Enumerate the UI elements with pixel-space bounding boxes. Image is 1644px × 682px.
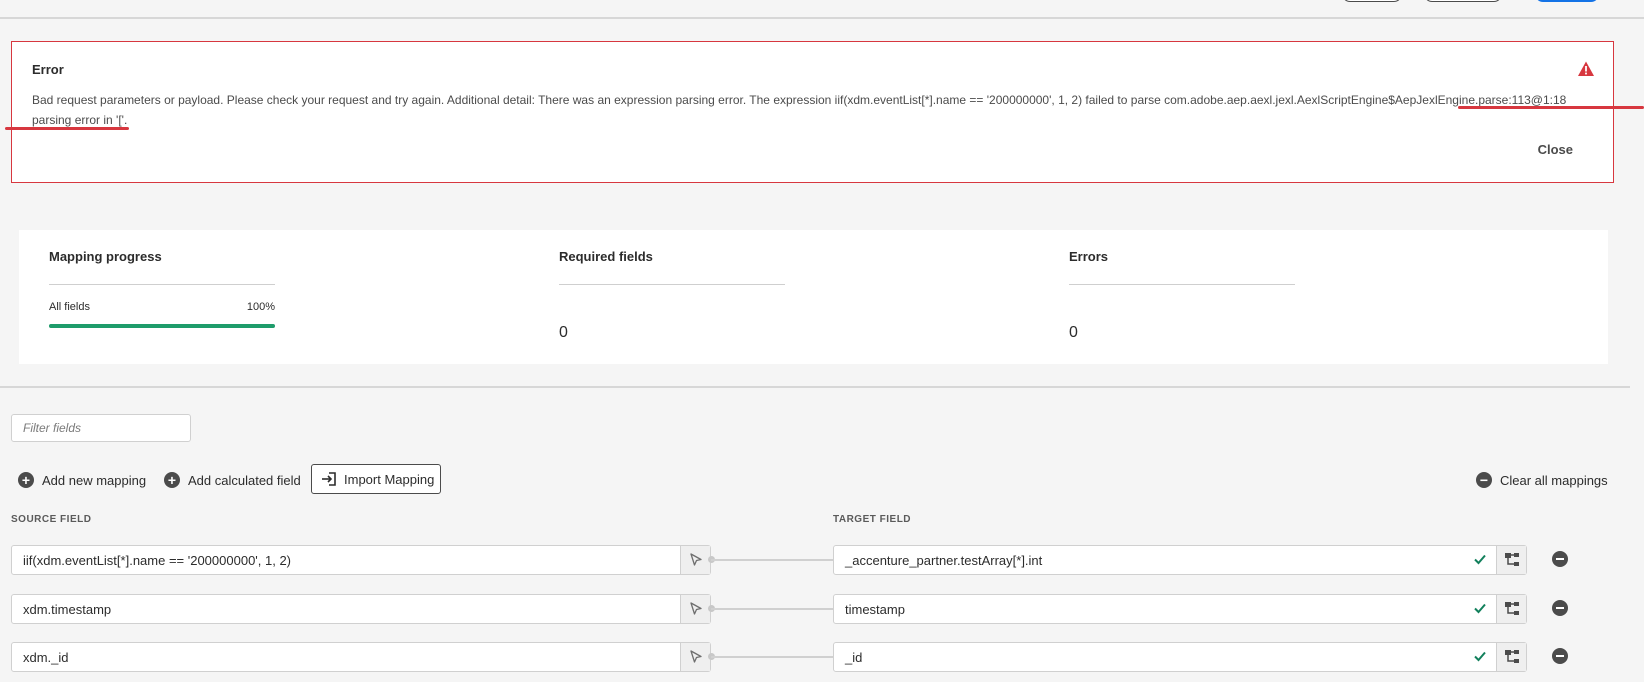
- source-field-header: SOURCE FIELD: [11, 514, 92, 525]
- import-icon: [322, 472, 336, 486]
- metric-title: Errors: [1069, 249, 1109, 264]
- add-new-mapping-button[interactable]: + Add new mapping: [18, 467, 146, 493]
- required-fields-count: 0: [559, 324, 568, 341]
- header-button-2[interactable]: [1424, 0, 1502, 2]
- select-source-button[interactable]: [680, 643, 710, 671]
- alert-triangle-icon: [1578, 61, 1594, 76]
- source-field-input[interactable]: xdm._id: [11, 642, 711, 672]
- plus-circle-icon: +: [164, 472, 180, 488]
- schema-tree-icon: [1504, 553, 1519, 566]
- mapping-connector: [711, 559, 833, 561]
- source-field-input[interactable]: iif(xdm.eventList[*].name == '200000000'…: [11, 545, 711, 575]
- map-to-schema-button[interactable]: [1496, 595, 1526, 623]
- filter-fields-input[interactable]: [11, 414, 191, 442]
- progress-bar-fill: [49, 324, 275, 328]
- source-field-input[interactable]: xdm.timestamp: [11, 594, 711, 624]
- progress-bar: [49, 324, 275, 328]
- minus-icon: [1556, 607, 1564, 609]
- checkmark-icon: [1474, 651, 1486, 662]
- import-mapping-label: Import Mapping: [344, 471, 435, 487]
- header-button-1[interactable]: [1342, 0, 1402, 2]
- clear-all-mappings-label: Clear all mappings: [1500, 472, 1608, 488]
- progress-label: All fields: [49, 301, 90, 313]
- target-field-header: TARGET FIELD: [833, 514, 912, 525]
- target-field-input[interactable]: _accenture_partner.testArray[*].int: [833, 545, 1527, 575]
- error-panel: Error Bad request parameters or payload.…: [11, 41, 1614, 183]
- remove-mapping-button[interactable]: [1552, 551, 1568, 567]
- error-title: Error: [32, 62, 64, 77]
- divider: [559, 284, 785, 285]
- header-bar: [0, 0, 1644, 19]
- divider: [1069, 284, 1295, 285]
- add-calculated-field-label: Add calculated field: [188, 472, 301, 488]
- close-button[interactable]: Close: [1538, 142, 1573, 157]
- minus-circle-icon: −: [1476, 472, 1492, 488]
- map-to-schema-button[interactable]: [1496, 643, 1526, 671]
- minus-icon: [1556, 558, 1564, 560]
- divider: [49, 284, 275, 285]
- select-source-button[interactable]: [680, 546, 710, 574]
- annotation-underline-right: [1458, 106, 1644, 109]
- header-primary-button[interactable]: [1535, 0, 1599, 2]
- mapping-connector: [711, 656, 833, 658]
- mapping-progress-card: Mapping progress All fields 100% Require…: [19, 230, 1608, 364]
- import-mapping-button[interactable]: Import Mapping: [311, 464, 441, 494]
- target-field-value: timestamp: [845, 602, 905, 617]
- remove-mapping-button[interactable]: [1552, 648, 1568, 664]
- target-field-value: _id: [845, 650, 863, 665]
- target-field-input[interactable]: timestamp: [833, 594, 1527, 624]
- target-field-input[interactable]: _id: [833, 642, 1527, 672]
- target-field-value: _accenture_partner.testArray[*].int: [845, 553, 1043, 568]
- progress-percent: 100%: [246, 301, 275, 313]
- metric-title: Mapping progress: [49, 249, 162, 264]
- map-to-schema-button[interactable]: [1496, 546, 1526, 574]
- cursor-arrow-icon: [689, 650, 702, 663]
- schema-tree-icon: [1504, 650, 1519, 663]
- plus-circle-icon: +: [18, 472, 34, 488]
- schema-tree-icon: [1504, 602, 1519, 615]
- checkmark-icon: [1474, 603, 1486, 614]
- cursor-arrow-icon: [689, 602, 702, 615]
- annotation-underline-left: [5, 127, 129, 130]
- clear-all-mappings-button[interactable]: − Clear all mappings: [1476, 467, 1608, 493]
- progress-row: All fields 100%: [49, 301, 275, 313]
- add-new-mapping-label: Add new mapping: [42, 472, 147, 488]
- metric-title: Required fields: [559, 249, 653, 264]
- select-source-button[interactable]: [680, 595, 710, 623]
- errors-count: 0: [1069, 324, 1078, 341]
- source-field-value: xdm._id: [23, 650, 69, 665]
- source-field-value: iif(xdm.eventList[*].name == '200000000'…: [23, 553, 292, 568]
- minus-icon: [1556, 655, 1564, 657]
- error-message: Bad request parameters or payload. Pleas…: [32, 93, 1567, 127]
- checkmark-icon: [1474, 554, 1486, 565]
- section-divider: [0, 386, 1630, 388]
- remove-mapping-button[interactable]: [1552, 600, 1568, 616]
- add-calculated-field-button[interactable]: + Add calculated field: [164, 467, 301, 493]
- cursor-arrow-icon: [689, 553, 702, 566]
- mapping-connector: [711, 608, 833, 610]
- source-field-value: xdm.timestamp: [23, 602, 112, 617]
